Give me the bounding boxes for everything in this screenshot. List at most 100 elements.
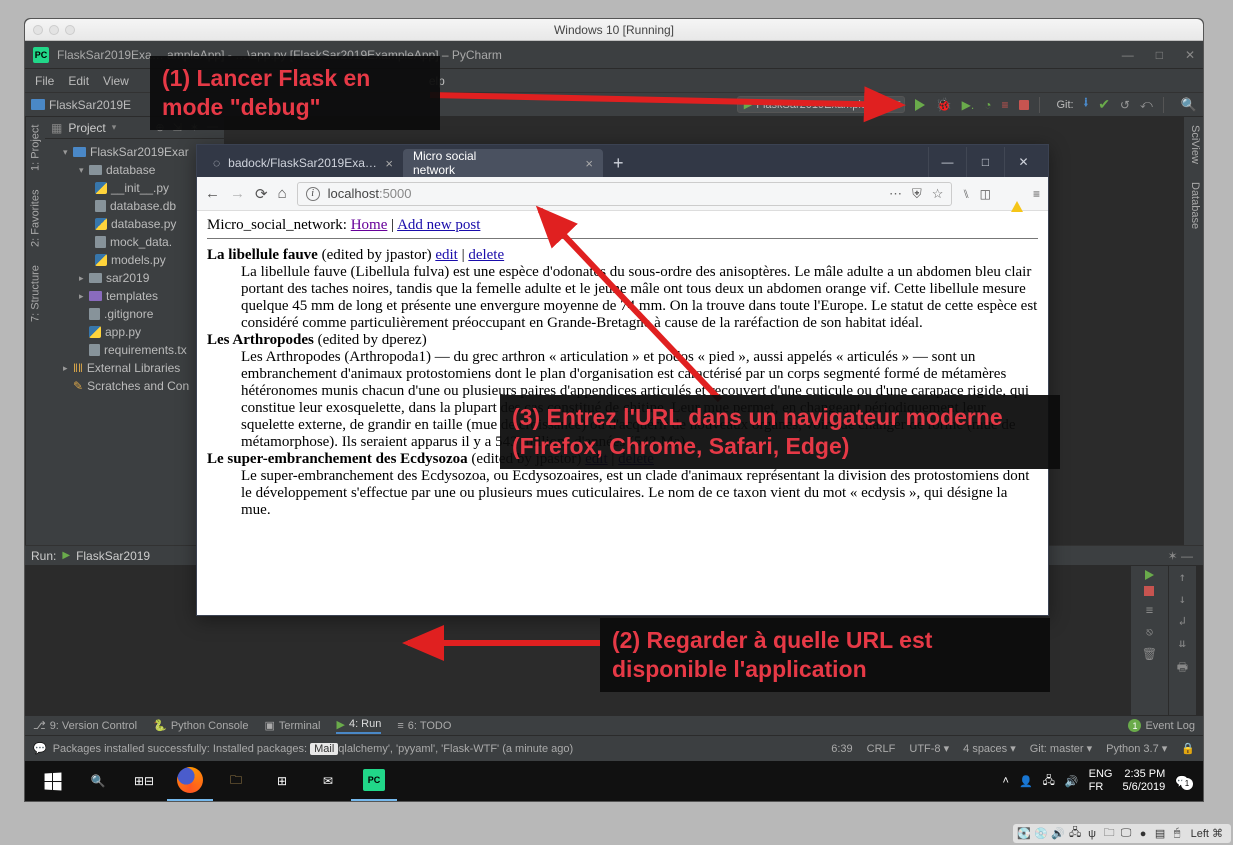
tray-volume-icon[interactable]: 🔊	[1065, 775, 1079, 788]
macos-min-icon[interactable]	[49, 25, 59, 35]
attach-icon[interactable]: ≡	[1001, 98, 1008, 112]
stop-icon[interactable]	[1144, 586, 1154, 596]
debug-icon[interactable]: 🐞	[935, 97, 951, 113]
run-console[interactable]: FLASK_ENV FLASK_DEBU In folder C:\Users\…	[1197, 566, 1203, 715]
run-gear-icon[interactable]: ✶ —	[1168, 549, 1193, 563]
stop-icon[interactable]	[1019, 100, 1029, 110]
soft-wrap-icon[interactable]: ↲	[1179, 614, 1186, 628]
history-icon[interactable]: ↺	[1120, 98, 1130, 112]
window-minimize-icon[interactable]: —	[928, 147, 966, 177]
taskbar-mail-icon[interactable]: ✉	[305, 761, 351, 801]
exit-icon[interactable]: ⎋	[1141, 624, 1157, 640]
run-label: Run:	[31, 549, 56, 563]
macos-close-icon[interactable]	[33, 25, 43, 35]
down-icon[interactable]: ↓	[1179, 592, 1186, 606]
tray-people-icon[interactable]: 👤	[1019, 775, 1033, 788]
status-git[interactable]: Git: master ▾	[1030, 742, 1092, 755]
run-left-toolbar: ≡ ⎋ 🗑	[1131, 566, 1169, 715]
window-maximize-icon[interactable]: □	[1156, 48, 1163, 62]
coverage-icon[interactable]: ▶.	[962, 98, 975, 112]
tab-structure[interactable]: 7: Structure	[28, 265, 43, 322]
breadcrumb[interactable]: FlaskSar2019E	[31, 98, 131, 112]
browser-tab-active[interactable]: Micro social network ×	[403, 149, 603, 177]
home-link[interactable]: Home	[351, 217, 388, 233]
info-icon[interactable]: i	[306, 187, 320, 201]
library-icon[interactable]: ⑊	[962, 187, 969, 201]
reload-icon[interactable]: ⟳	[255, 185, 268, 203]
rerun-icon[interactable]	[1145, 570, 1154, 580]
pause-icon[interactable]: ≡	[1141, 602, 1157, 618]
revert-icon[interactable]: ⤺	[1140, 97, 1153, 112]
folder-icon	[73, 147, 86, 157]
vb-cpu-icon: ▤	[1153, 826, 1168, 841]
home-icon[interactable]: ⌂	[278, 185, 287, 202]
taskbar-firefox-icon[interactable]	[167, 761, 213, 801]
delete-link[interactable]: delete	[468, 247, 504, 263]
git-update-icon[interactable]: ⭭	[1084, 94, 1089, 116]
tray-clock[interactable]: 2:35 PM5/6/2019	[1122, 768, 1165, 794]
scroll-icon[interactable]: ⇊	[1179, 636, 1186, 650]
tab-terminal[interactable]: ▣Terminal	[265, 719, 321, 732]
browser-tab[interactable]: ◌ badock/FlaskSar2019ExampleA ×	[203, 149, 403, 177]
new-tab-button[interactable]: +	[603, 149, 634, 177]
status-lock-icon[interactable]: 🔒	[1181, 742, 1195, 755]
event-log[interactable]: 1 Event Log	[1128, 719, 1195, 732]
print-icon[interactable]: 🖶	[1177, 658, 1188, 679]
status-python[interactable]: Python 3.7 ▾	[1106, 742, 1167, 755]
tab-project[interactable]: 1: Project	[28, 125, 43, 171]
taskbar-pycharm-icon[interactable]: PC	[351, 761, 397, 801]
tray-notifications-icon[interactable]: 💬1	[1175, 775, 1189, 788]
sidebar-icon[interactable]: ◫	[980, 187, 991, 201]
taskbar-search-icon[interactable]: 🔍	[75, 761, 121, 801]
warning-icon[interactable]	[1011, 187, 1023, 201]
taskbar-explorer-icon[interactable]: 🗀	[213, 761, 259, 801]
edit-link[interactable]: edit	[435, 247, 458, 263]
profile-icon[interactable]: ◔	[984, 98, 991, 112]
menu-file[interactable]: File	[35, 74, 54, 88]
add-post-link[interactable]: Add new post	[397, 217, 480, 233]
window-maximize-icon[interactable]: □	[966, 147, 1004, 177]
trash-icon[interactable]: 🗑	[1141, 646, 1157, 662]
status-balloon-icon[interactable]: 💬	[33, 742, 47, 755]
menu-icon[interactable]: ≡	[1033, 187, 1040, 201]
menu-view[interactable]: View	[103, 74, 129, 88]
forward-icon[interactable]: →	[230, 185, 245, 202]
close-tab-icon[interactable]: ×	[585, 156, 593, 171]
tab-sciview[interactable]: SciView	[1186, 125, 1201, 164]
tab-todo[interactable]: ≡6: TODO	[397, 720, 451, 732]
tab-favorites[interactable]: 2: Favorites	[28, 189, 43, 246]
windows-taskbar: 🔍 ⊞⊟ 🗀 ⊞ ✉ PC ˄ 👤 🖧 🔊 ENGFR 2:35 PM5/6/2…	[25, 761, 1203, 801]
status-crlf[interactable]: CRLF	[867, 743, 896, 755]
run-config-selector[interactable]: ▶FlaskSar2019ExampleApp	[737, 96, 906, 113]
tab-version-control[interactable]: ⎇9: Version Control	[33, 719, 137, 732]
window-close-icon[interactable]: ✕	[1004, 147, 1042, 177]
start-button[interactable]	[29, 761, 75, 801]
git-commit-icon[interactable]: ✔	[1098, 96, 1110, 113]
search-icon[interactable]: 🔍	[1181, 97, 1197, 113]
tray-network-icon[interactable]: 🖧	[1043, 772, 1055, 791]
more-icon[interactable]: ⋯	[889, 186, 902, 202]
window-close-icon[interactable]: ✕	[1185, 48, 1195, 62]
menu-edit[interactable]: Edit	[68, 74, 89, 88]
tray-chevron-up-icon[interactable]: ˄	[1003, 775, 1009, 787]
up-icon[interactable]: ↑	[1179, 570, 1186, 584]
bookmark-icon[interactable]: ☆	[932, 186, 944, 202]
status-indent[interactable]: 4 spaces ▾	[963, 742, 1016, 755]
run-icon[interactable]	[915, 99, 925, 111]
taskbar-taskview-icon[interactable]: ⊞⊟	[121, 761, 167, 801]
back-icon[interactable]: ←	[205, 185, 220, 202]
status-encoding[interactable]: UTF-8 ▾	[909, 742, 949, 755]
close-tab-icon[interactable]: ×	[385, 156, 393, 171]
project-header-label: Project	[68, 121, 105, 135]
tray-language[interactable]: ENGFR	[1089, 768, 1113, 794]
vb-mouse-icon: 🖱	[1170, 826, 1185, 841]
taskbar-store-icon[interactable]: ⊞	[259, 761, 305, 801]
tab-python-console[interactable]: 🐍Python Console	[153, 719, 248, 732]
tab-database[interactable]: Database	[1186, 182, 1201, 229]
address-bar[interactable]: i localhost:5000 ⋯ ⛨ ☆	[297, 182, 953, 206]
file-icon	[95, 236, 106, 248]
reader-icon[interactable]: ⛨	[912, 186, 922, 202]
macos-max-icon[interactable]	[65, 25, 75, 35]
window-minimize-icon[interactable]: —	[1122, 48, 1134, 62]
tab-run[interactable]: ▶4: Run	[336, 718, 381, 734]
